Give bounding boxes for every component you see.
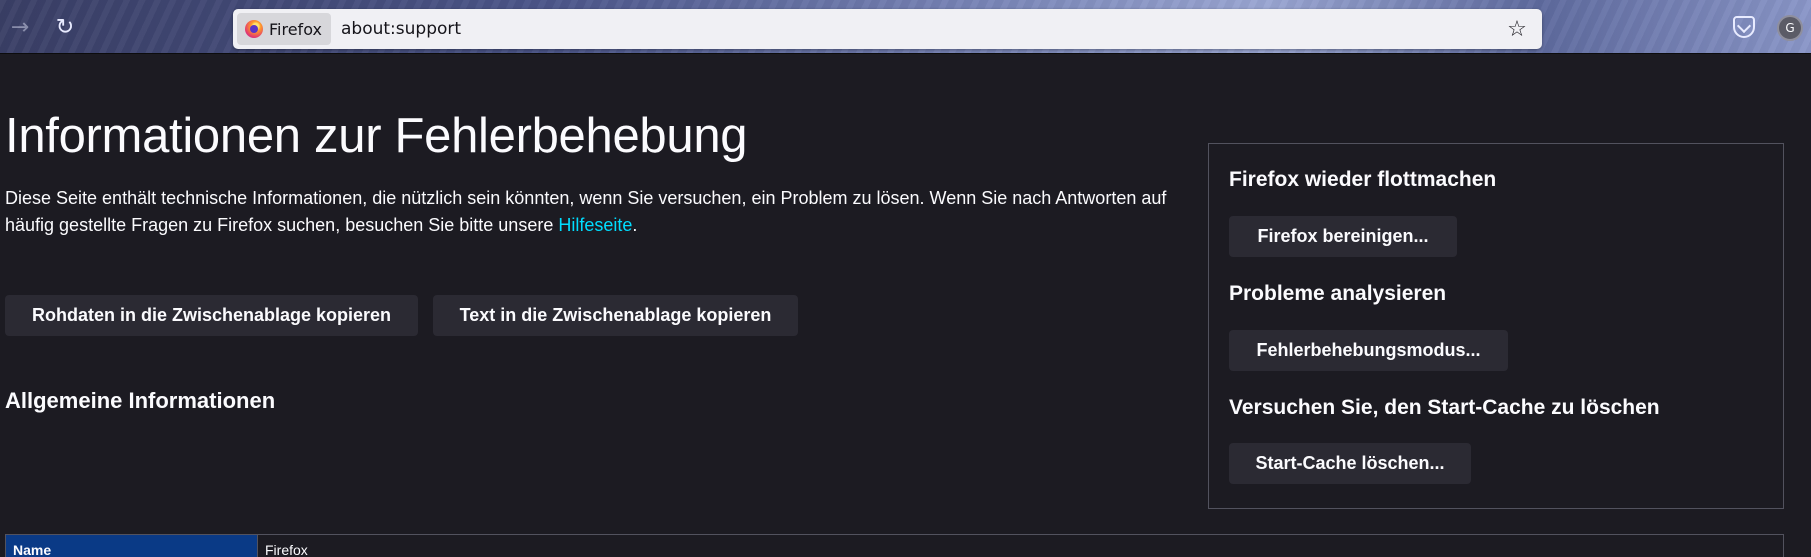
intro-paragraph: Diese Seite enthält technische Informati…: [5, 185, 1185, 239]
firefox-logo-icon: [245, 20, 263, 38]
table-value-cell: Firefox: [265, 542, 308, 557]
forward-arrow-icon[interactable]: →: [3, 10, 37, 44]
refresh-heading: Firefox wieder flottmachen: [1229, 168, 1497, 191]
site-identity-button[interactable]: Firefox: [237, 13, 331, 45]
general-info-table: Name Firefox: [5, 534, 1784, 557]
url-bar[interactable]: Firefox about:support ☆: [233, 9, 1542, 49]
star-icon[interactable]: ☆: [1502, 14, 1532, 44]
clear-startup-cache-button[interactable]: Start-Cache löschen...: [1229, 443, 1471, 484]
troubleshoot-mode-button[interactable]: Fehlerbehebungsmodus...: [1229, 330, 1508, 371]
refresh-firefox-button[interactable]: Firefox bereinigen...: [1229, 216, 1457, 257]
page-title: Informationen zur Fehlerbehebung: [5, 109, 748, 163]
action-box: Firefox wieder flottmachen Firefox berei…: [1208, 143, 1784, 509]
copy-text-button[interactable]: Text in die Zwischenablage kopieren: [433, 295, 798, 336]
account-icon[interactable]: G: [1777, 15, 1803, 41]
intro-end: .: [632, 215, 638, 235]
troubleshoot-heading: Probleme analysieren: [1229, 282, 1447, 305]
pocket-icon[interactable]: [1733, 16, 1755, 38]
startup-cache-heading: Versuchen Sie, den Start-Cache zu lösche…: [1229, 396, 1660, 419]
copy-raw-data-button[interactable]: Rohdaten in die Zwischenablage kopieren: [5, 295, 418, 336]
browser-toolbar: → ↻ Firefox about:support ☆ G: [0, 0, 1811, 54]
table-header-cell: Name: [6, 535, 258, 557]
identity-label: Firefox: [269, 19, 322, 39]
general-info-heading: Allgemeine Informationen: [5, 388, 276, 413]
url-input[interactable]: about:support: [341, 9, 461, 49]
help-page-link[interactable]: Hilfeseite: [558, 215, 632, 235]
reload-icon[interactable]: ↻: [48, 10, 82, 44]
